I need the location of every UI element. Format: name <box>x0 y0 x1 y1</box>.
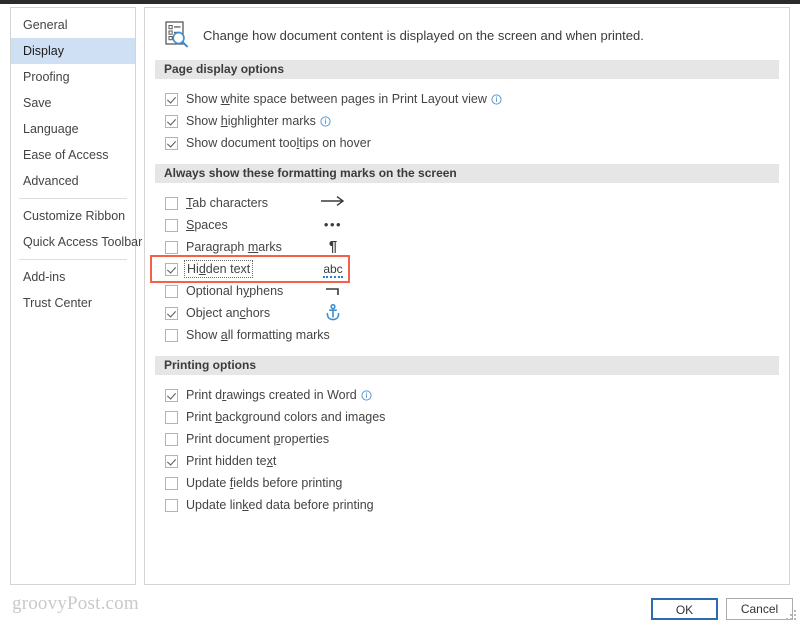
checkbox-unchecked[interactable] <box>165 196 178 210</box>
option-label[interactable]: Update fields before printing <box>186 476 342 490</box>
formatting-mark-glyph-pilcrow: ¶ <box>328 238 338 255</box>
sidebar-item-display[interactable]: Display <box>11 38 135 64</box>
checkbox-unchecked[interactable] <box>165 476 178 490</box>
option-row[interactable]: Show highlighter marks <box>165 110 789 132</box>
option-row[interactable]: Tab characters <box>165 192 789 214</box>
checkbox-unchecked[interactable] <box>165 432 178 446</box>
sidebar-item-trust-center[interactable]: Trust Center <box>11 290 135 316</box>
sidebar-item-add-ins[interactable]: Add-ins <box>11 264 135 290</box>
option-label[interactable]: Show document tooltips on hover <box>186 136 371 150</box>
section-header-printing: Printing options <box>155 356 779 375</box>
option-row[interactable]: Hidden text abc <box>165 258 789 280</box>
pane-header-description: Change how document content is displayed… <box>203 27 644 43</box>
sidebar-item-customize-ribbon[interactable]: Customize Ribbon <box>11 203 135 229</box>
formatting-mark-glyph-abc: abc <box>323 262 343 278</box>
sidebar-item-language[interactable]: Language <box>11 116 135 142</box>
checkbox-checked[interactable] <box>165 454 178 468</box>
display-settings-pane: Change how document content is displayed… <box>144 7 790 585</box>
formatting-mark-glyph-anchor <box>318 302 348 324</box>
formatting-mark-glyph-arrow <box>318 192 348 214</box>
checkbox-checked[interactable] <box>165 306 178 320</box>
dialog-footer: groovyPost.com OK Cancel <box>0 588 800 624</box>
section-body-formatting-marks: Tab characters Spaces ••• Paragraph marks ¶ H… <box>145 183 789 356</box>
option-row[interactable]: Print background colors and images <box>165 406 789 428</box>
options-category-list[interactable]: General Display Proofing Save Language Ease o… <box>10 7 142 585</box>
section-header-page-display: Page display options <box>155 60 779 79</box>
option-label[interactable]: Hidden text <box>183 260 254 278</box>
info-icon[interactable] <box>320 115 331 127</box>
option-label[interactable]: Show all formatting marks <box>186 328 330 342</box>
option-row[interactable]: Update fields before printing <box>165 472 789 494</box>
sidebar-item-ease-of-access[interactable]: Ease of Access <box>11 142 135 168</box>
option-row[interactable]: Spaces ••• <box>165 214 789 236</box>
option-row[interactable]: Show all formatting marks <box>165 324 789 346</box>
option-row[interactable]: Print drawings created in Word <box>165 384 789 406</box>
checkbox-unchecked[interactable] <box>165 328 178 342</box>
sidebar-item-quick-access-toolbar[interactable]: Quick Access Toolbar <box>11 229 142 255</box>
checkbox-unchecked[interactable] <box>165 218 178 232</box>
option-label[interactable]: Tab characters <box>186 196 268 210</box>
option-row[interactable]: Print hidden text <box>165 450 789 472</box>
section-body-printing: Print drawings created in Word Print back… <box>145 375 789 526</box>
checkbox-unchecked[interactable] <box>165 240 178 254</box>
formatting-mark-glyph-dots: ••• <box>323 217 343 232</box>
option-row[interactable]: Show white space between pages in Print … <box>165 88 789 110</box>
option-row[interactable]: Object anchors <box>165 302 789 324</box>
watermark: groovyPost.com <box>12 593 139 614</box>
checkbox-checked[interactable] <box>165 136 178 150</box>
sidebar-item-general[interactable]: General <box>11 12 135 38</box>
sidebar-item-advanced[interactable]: Advanced <box>11 168 135 194</box>
option-row[interactable]: Update linked data before printing <box>165 494 789 516</box>
sidebar-separator <box>19 198 127 199</box>
option-label[interactable]: Paragraph marks <box>186 240 282 254</box>
checkbox-checked[interactable] <box>165 92 178 106</box>
checkbox-unchecked[interactable] <box>165 410 178 424</box>
cancel-button[interactable]: Cancel <box>726 598 793 620</box>
option-label[interactable]: Print drawings created in Word <box>186 388 357 402</box>
sidebar-item-proofing[interactable]: Proofing <box>11 64 135 90</box>
word-options-dialog: General Display Proofing Save Language Ease o… <box>0 4 800 624</box>
option-label[interactable]: Spaces <box>186 218 228 232</box>
checkbox-checked[interactable] <box>165 114 178 128</box>
checkbox-unchecked[interactable] <box>165 284 178 298</box>
option-label[interactable]: Show white space between pages in Print … <box>186 92 487 106</box>
option-row[interactable]: Print document properties <box>165 428 789 450</box>
info-icon[interactable] <box>361 389 372 401</box>
option-label[interactable]: Update linked data before printing <box>186 498 374 512</box>
option-row[interactable]: Show document tooltips on hover <box>165 132 789 154</box>
option-label[interactable]: Print background colors and images <box>186 410 385 424</box>
option-row[interactable]: Paragraph marks ¶ <box>165 236 789 258</box>
option-label[interactable]: Print hidden text <box>186 454 276 468</box>
pane-header: Change how document content is displayed… <box>145 8 789 60</box>
option-row[interactable]: Optional hyphens <box>165 280 789 302</box>
sidebar-item-save[interactable]: Save <box>11 90 135 116</box>
checkbox-checked[interactable] <box>165 262 178 276</box>
option-label[interactable]: Print document properties <box>186 432 329 446</box>
option-label[interactable]: Show highlighter marks <box>186 114 316 128</box>
ok-button[interactable]: OK <box>651 598 718 620</box>
resize-grip-icon[interactable] <box>786 610 797 621</box>
formatting-mark-glyph-hyphen <box>318 280 348 302</box>
section-header-formatting-marks: Always show these formatting marks on th… <box>155 164 779 183</box>
checkbox-unchecked[interactable] <box>165 498 178 512</box>
checkbox-checked[interactable] <box>165 388 178 402</box>
section-body-page-display: Show white space between pages in Print … <box>145 79 789 164</box>
option-label[interactable]: Optional hyphens <box>186 284 283 298</box>
document-magnifier-icon <box>163 20 191 50</box>
sidebar-separator <box>19 259 127 260</box>
option-label[interactable]: Object anchors <box>186 306 270 320</box>
info-icon[interactable] <box>491 93 502 105</box>
